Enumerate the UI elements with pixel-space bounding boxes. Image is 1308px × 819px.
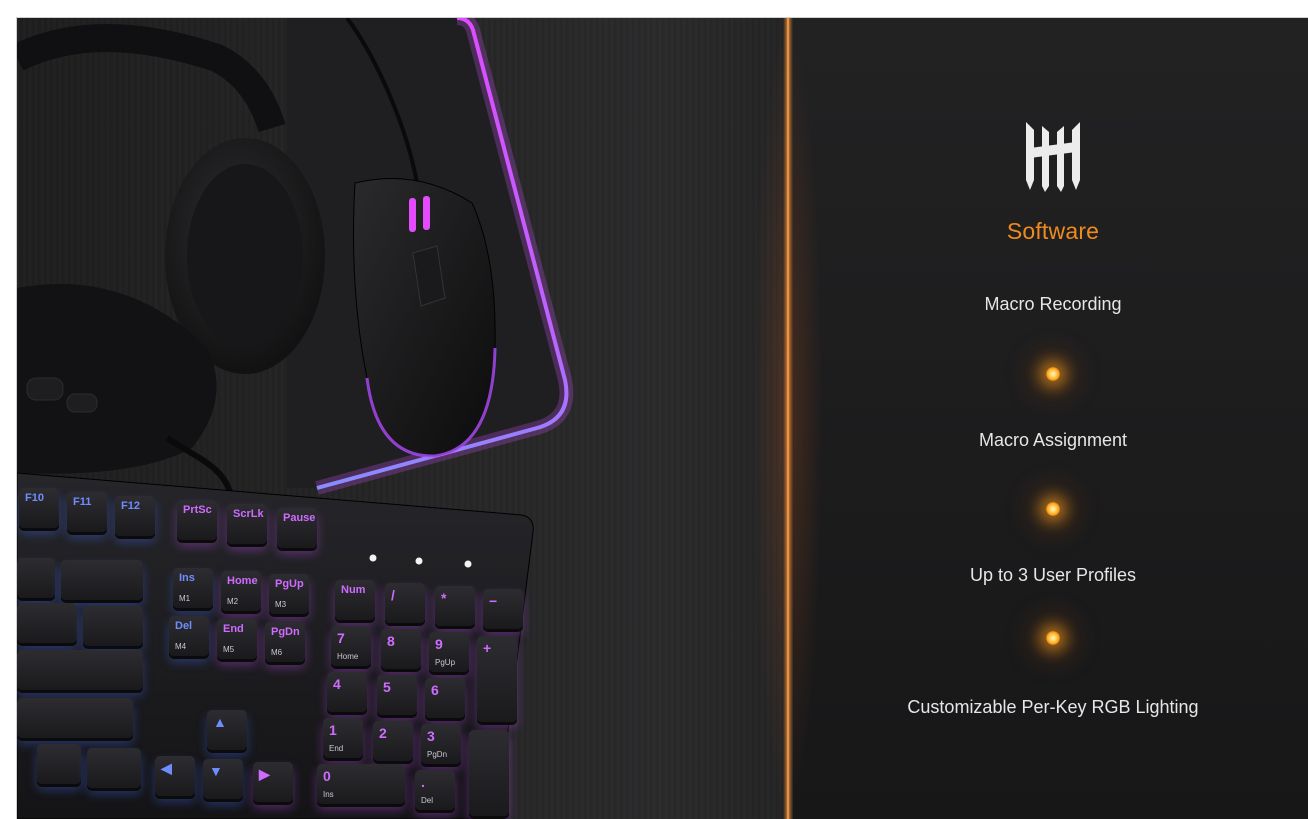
key-label: F11 [73,496,92,508]
key-sublabel: M1 [179,594,191,603]
feature-macro-assignment: Macro Assignment [978,430,1128,450]
key-arrow-left: ◀ [155,756,195,796]
feature-rgb-lighting: Customizable Per-Key RGB Lighting [907,697,1199,717]
key-label: 8 [387,633,395,649]
key-label: Num [341,584,366,596]
key-sublabel: M3 [275,600,287,609]
key-label: End [223,623,244,635]
brand-logo-icon [1026,122,1080,192]
key-pause: Pause [277,508,317,548]
key-f10: F10 [19,488,59,528]
key-backspace [61,560,143,600]
key-numpad-9: 9 PgUp [429,632,469,672]
key-numpad-5: 5 [377,675,417,715]
glow-dot-separator [1046,502,1060,516]
key-sublabel: End [329,744,344,753]
key-bracket [17,603,77,643]
key-ctrl [87,748,141,788]
key-f12: F12 [115,496,155,536]
key-label: Pause [283,512,316,524]
key-label: 3 [427,728,435,744]
key-sublabel: Del [421,796,434,805]
key-label: 5 [383,679,391,695]
key-plus: + [477,636,517,722]
key-label: + [483,640,492,656]
key-label: 7 [337,630,345,646]
key-label: Home [227,575,258,587]
key-numpad-7: 7 Home [331,626,371,666]
key-sublabel: Home [337,652,359,661]
key-label: Del [175,620,193,632]
key-sublabel: M2 [227,597,239,606]
key-num: Num [335,580,375,620]
key-label: 1 [329,722,337,738]
key-shift [17,698,133,738]
key-prtsc: PrtSc [177,500,217,540]
key-numpad-dot: . Del [415,770,455,810]
panel-heading: Software [1006,218,1100,244]
key-equals [17,558,55,598]
feature-macro-recording: Macro Recording [984,294,1122,314]
glow-dot-separator [1046,631,1060,645]
key-numpad-2: 2 [373,721,413,761]
key-enter [17,650,143,690]
key-numpad-8: 8 [381,629,421,669]
key-label: 0 [323,768,331,784]
key-numpad-6: 6 [425,678,465,718]
key-label: 2 [379,725,387,741]
key-ins: Ins M1 [173,568,213,608]
key-label: PgDn [271,626,300,638]
key-arrow-right: ▶ [253,762,293,802]
key-sublabel: PgUp [435,658,456,667]
key-numpad-3: 3 PgDn [421,724,461,764]
key-label: F12 [121,500,140,512]
glow-dot-separator [1046,367,1060,381]
key-menu [37,744,81,784]
key-label: PrtSc [183,504,212,516]
key-arrow-up: ▲ [207,710,247,750]
key-sublabel: M6 [271,648,283,657]
key-home: Home M2 [221,571,261,611]
key-numpad-0: 0 Ins [317,764,405,804]
key-label: / [391,587,395,603]
key-star: * [435,586,475,626]
key-backslash [83,606,143,646]
key-sublabel: M5 [223,645,235,654]
key-label: Ins [179,572,195,584]
key-numpad-1: 1 End [323,718,363,758]
key-label: * [441,590,447,606]
key-label: ScrLk [233,508,264,520]
key-label: PgUp [275,578,304,590]
key-minus: − [483,589,523,629]
key-end: End M5 [217,619,257,659]
key-numpad-4: 4 [327,672,367,712]
key-sublabel: Ins [323,790,334,799]
key-label: F10 [25,492,44,504]
key-del: Del M4 [169,616,209,656]
key-numpad-enter [469,730,509,816]
keyboard-keys: .k{position:absolute;width:40px;height:4… [17,18,787,819]
key-label: . [421,774,425,790]
key-sublabel: M4 [175,642,187,651]
key-scrlk: ScrLk [227,504,267,544]
key-label: − [489,593,498,609]
key-label: 6 [431,682,439,698]
key-label: 4 [333,676,341,692]
key-sublabel: PgDn [427,750,448,759]
key-slash: / [385,583,425,623]
key-label: 9 [435,636,443,652]
feature-user-profiles: Up to 3 User Profiles [969,565,1137,585]
key-pgdn: PgDn M6 [265,622,305,662]
key-arrow-down: ▼ [203,759,243,799]
key-f11: F11 [67,492,107,532]
key-pgup: PgUp M3 [269,574,309,614]
